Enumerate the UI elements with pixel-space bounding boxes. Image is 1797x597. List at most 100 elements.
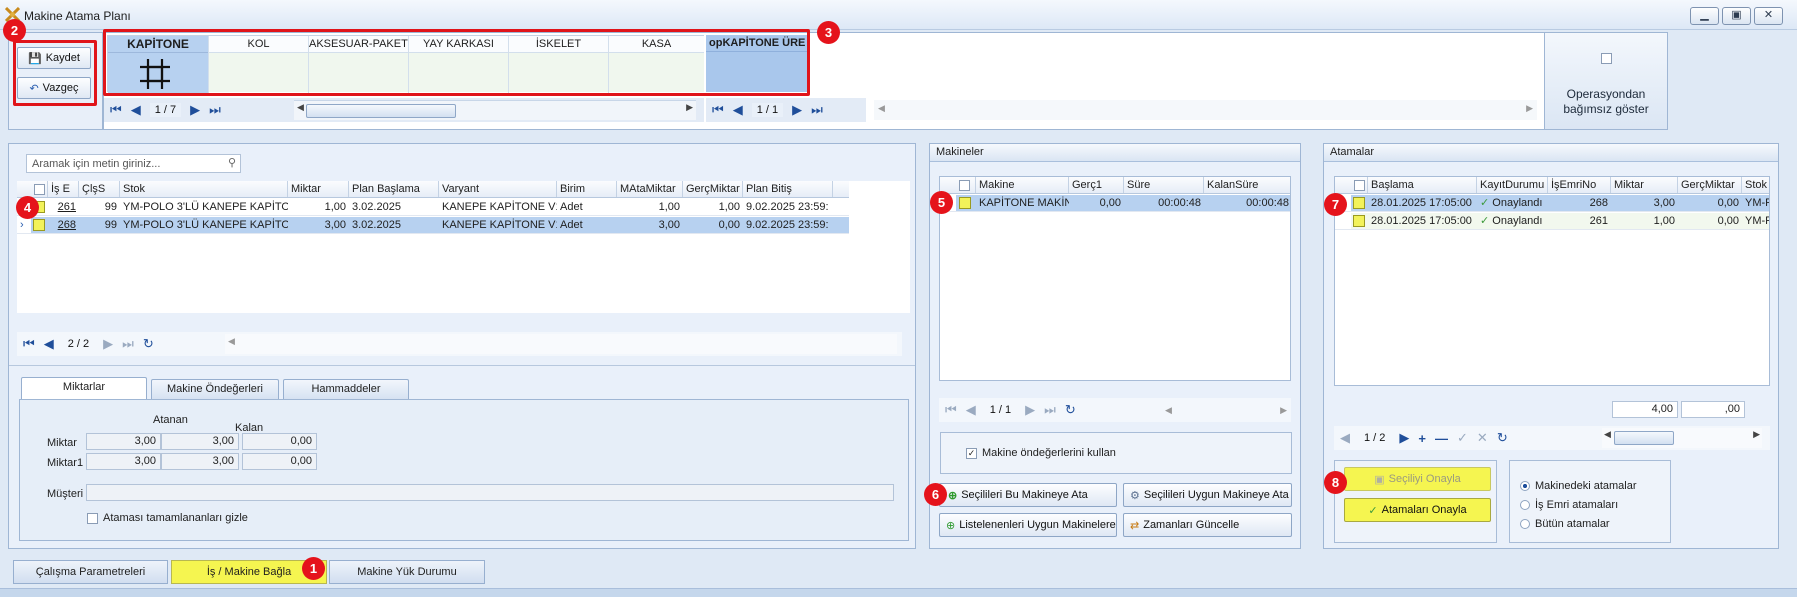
close-button[interactable]: ✕ <box>1754 7 1783 25</box>
radio-job-assignments[interactable]: İş Emri atamaları <box>1520 499 1618 511</box>
use-defaults-option[interactable]: ✓ Makine öndeğerlerini kullan <box>966 447 1116 459</box>
refresh-icon[interactable]: ↻ <box>1497 430 1508 446</box>
hide-completed-checkbox[interactable] <box>87 512 98 524</box>
badge-1: 1 <box>302 557 325 580</box>
selected-operation[interactable]: opKAPİTONE ÜRE <box>706 35 808 92</box>
first-page-icon[interactable]: ⏮ <box>712 102 724 118</box>
minimize-button[interactable]: ▁ <box>1690 7 1719 25</box>
operations-nav: ⏮ ◀ 1 / 7 ▶ ⏭ ◀ ▶ <box>104 98 704 122</box>
prev-page-icon[interactable]: ◀ <box>966 402 976 418</box>
toolbar-panel: 💾 Kaydet ↶ Vazgeç <box>8 32 103 130</box>
search-input[interactable]: Aramak için metin giriniz... ⚲ <box>26 154 241 173</box>
table-row[interactable]: 261 99 YM-POLO 3'LÜ KANEPE KAPİTONE 1,00… <box>17 199 849 216</box>
independent-toggle[interactable]: Operasyondan bağımsız göster <box>1544 32 1668 130</box>
select-all-checkbox[interactable] <box>959 179 970 191</box>
first-page-icon[interactable]: ⏮ <box>23 336 35 352</box>
miktar1-atanan-field[interactable]: 3,00 <box>161 453 239 470</box>
refresh-icon[interactable]: ↻ <box>1065 402 1076 418</box>
first-page-icon[interactable]: ⏮ <box>945 402 957 418</box>
jobs-hscroll[interactable]: ◀ <box>225 334 897 354</box>
save-button[interactable]: 💾 Kaydet <box>17 47 91 69</box>
next-page-icon[interactable]: ▶ <box>1025 402 1035 418</box>
update-times-button[interactable]: ⇄ Zamanları Güncelle <box>1123 513 1292 537</box>
op-col-kapitone[interactable]: KAPİTONE <box>108 36 208 93</box>
row-indicator-icon: › <box>17 217 31 233</box>
tab-miktarlar[interactable]: Miktarlar <box>21 377 147 399</box>
miktar-atanan-field[interactable]: 3,00 <box>161 433 239 450</box>
table-row[interactable]: 28.01.2025 17:05:00 ✓ Onaylandı 261 1,00… <box>1335 213 1769 230</box>
confirm-edit-icon[interactable]: ✓ <box>1457 430 1468 446</box>
miktar1-kalan-field[interactable]: 0,00 <box>242 453 317 470</box>
operations-hscroll[interactable]: ◀ ▶ <box>294 100 696 120</box>
first-page-icon[interactable]: ⏮ <box>110 102 122 118</box>
op-col-yay[interactable]: YAY KARKASI <box>408 36 508 93</box>
assignments-hscroll[interactable]: ◀ ▶ <box>1602 428 1762 448</box>
cancel-button[interactable]: ↶ Vazgeç <box>17 77 91 99</box>
badge-6: 6 <box>924 483 947 506</box>
prev-page-icon[interactable]: ◀ <box>131 102 141 118</box>
approve-selected-button[interactable]: ▣ Seçiliyi Onayla <box>1344 467 1491 491</box>
jobs-nav: ⏮ ◀ 2 / 2 ▶ ⏭ ↻ ◀ <box>17 332 902 356</box>
op-col-iskelet[interactable]: İSKELET <box>508 36 608 93</box>
next-page-icon[interactable]: ▶ <box>190 102 200 118</box>
add-record-icon[interactable]: + <box>1418 431 1426 446</box>
prev-page-icon[interactable]: ◀ <box>733 102 743 118</box>
use-defaults-checkbox[interactable]: ✓ <box>966 447 977 459</box>
radio-selected-icon[interactable] <box>1520 481 1530 492</box>
badge-5: 5 <box>930 191 953 214</box>
next-page-icon[interactable]: ▶ <box>792 102 802 118</box>
musteri-field[interactable] <box>86 484 894 501</box>
assign-listed-button[interactable]: ⊕ Listelenenleri Uygun Makinelere <box>939 513 1117 537</box>
tab-makine-ondegerleri[interactable]: Makine Öndeğerleri <box>151 379 279 399</box>
last-page-icon[interactable]: ⏭ <box>811 102 823 118</box>
miktar1-field[interactable]: 3,00 <box>86 453 161 470</box>
assign-to-this-machine-button[interactable]: ⊕ Seçilileri Bu Makineye Ata <box>939 483 1117 507</box>
next-page-icon[interactable]: ▶ <box>1399 430 1409 446</box>
table-row[interactable]: KAPİTONE MAKİNE 0,00 00:00:48 00:00:48 <box>940 195 1290 212</box>
tab-calisma-parametreleri[interactable]: Çalışma Parametreleri <box>13 560 168 584</box>
machines-grid-header: Makine Gerç1 Süre KalanSüre <box>940 177 1290 194</box>
refresh-icon[interactable]: ↻ <box>143 336 154 352</box>
approve-box: ▣ Seçiliyi Onayla ✓ Atamaları Onayla <box>1334 460 1497 543</box>
tab-makine-yuk-durumu[interactable]: Makine Yük Durumu <box>329 560 485 584</box>
approve-assignments-button[interactable]: ✓ Atamaları Onayla <box>1344 498 1491 522</box>
last-page-icon[interactable]: ⏭ <box>209 102 221 118</box>
maximize-button[interactable]: ▣ <box>1722 7 1751 25</box>
last-page-icon[interactable]: ⏭ <box>122 336 134 352</box>
miktar-kalan-field[interactable]: 0,00 <box>242 433 317 450</box>
cancel-edit-icon[interactable]: ✕ <box>1477 430 1488 446</box>
table-row[interactable]: › 268 99 YM-POLO 3'LÜ KANEPE KAPİTONE 3,… <box>17 217 849 234</box>
assign-to-suitable-machine-button[interactable]: ⚙ Seçilileri Uygun Makineye Ata <box>1123 483 1292 507</box>
op-col-kol[interactable]: KOL <box>208 36 308 93</box>
op-col-aksesuar[interactable]: AKSESUAR-PAKETLE <box>308 36 408 93</box>
splitter[interactable] <box>9 365 915 369</box>
radio-all-assignments[interactable]: Bütün atamalar <box>1520 518 1610 530</box>
miktar-field[interactable]: 3,00 <box>86 433 161 450</box>
add-icon: ⊕ <box>948 489 958 502</box>
scroll-thumb[interactable] <box>306 104 456 118</box>
row-checkbox[interactable] <box>33 219 45 232</box>
prev-page-icon[interactable]: ◀ <box>44 336 54 352</box>
op-col-kasa[interactable]: KASA <box>608 36 704 93</box>
radio-machine-assignments[interactable]: Makinedeki atamalar <box>1520 480 1637 492</box>
operations-hscroll-2[interactable]: ◀ ▶ <box>874 100 1537 120</box>
badge-3: 3 <box>817 21 840 44</box>
search-icon[interactable]: ⚲ <box>228 156 236 169</box>
hide-completed-option[interactable]: Ataması tamamlananları gizle <box>87 512 248 524</box>
row-checkbox[interactable] <box>1353 215 1365 228</box>
select-all-checkbox[interactable] <box>1354 179 1365 191</box>
assignments-nav: ◀ 1 / 2 ▶ + — ✓ ✕ ↻ ◀ ▶ <box>1334 426 1770 450</box>
select-all-checkbox[interactable] <box>34 183 45 195</box>
tab-hammaddeler[interactable]: Hammaddeler <box>283 379 409 399</box>
row-checkbox[interactable] <box>1353 197 1365 210</box>
table-row[interactable]: 28.01.2025 17:05:00 ✓ Onaylandı 268 3,00… <box>1335 195 1769 212</box>
next-page-icon[interactable]: ▶ <box>103 336 113 352</box>
machines-grid: Makine Gerç1 Süre KalanSüre KAPİTONE MAK… <box>939 176 1291 381</box>
delete-record-icon[interactable]: — <box>1435 431 1448 446</box>
row-checkbox[interactable] <box>959 197 971 210</box>
operations-panel: KAPİTONE KOL AKSESUAR-PAKETLE YAY KARKAS… <box>103 32 1668 130</box>
prev-page-icon[interactable]: ◀ <box>1340 430 1350 446</box>
scroll-thumb[interactable] <box>1614 431 1674 445</box>
last-page-icon[interactable]: ⏭ <box>1044 402 1056 418</box>
independent-checkbox[interactable] <box>1601 53 1612 64</box>
